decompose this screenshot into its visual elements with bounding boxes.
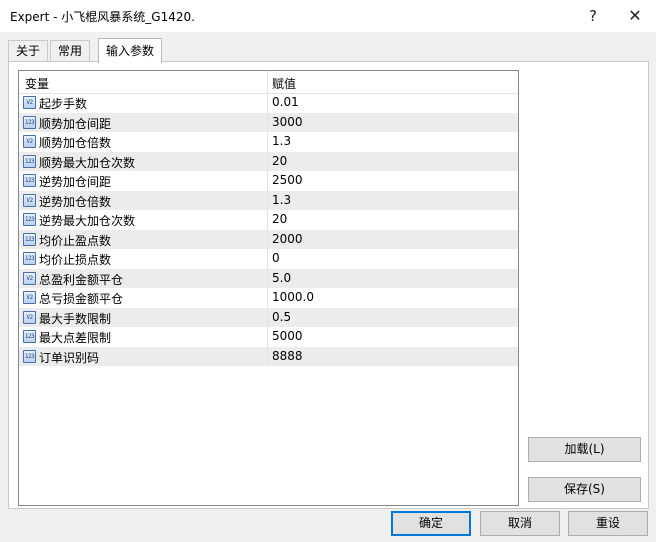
parameter-name: 均价止损点数	[39, 253, 112, 267]
parameter-value[interactable]: 1000.0	[272, 290, 314, 304]
table-row[interactable]: 123 顺势加仓间距 3000	[19, 112, 518, 132]
table-row[interactable]: V2 总盈利金额平仓 5.0	[19, 268, 518, 288]
parameter-type-icon: 123	[23, 213, 36, 226]
parameter-name: 总盈利金额平仓	[39, 272, 124, 287]
parameter-value[interactable]: 5.0	[272, 271, 291, 285]
table-row[interactable]: 123 逆势最大加仓次数 20	[19, 210, 518, 230]
parameter-type-icon: 123	[23, 330, 36, 343]
cell-divider	[267, 327, 268, 347]
parameter-type-icon: V2	[23, 135, 36, 148]
parameter-name: 逆势最大加仓次数	[39, 214, 136, 228]
table-row[interactable]: 123 订单识别码 8888	[19, 346, 518, 366]
load-button[interactable]: 加载(L)	[528, 437, 641, 462]
parameter-value[interactable]: 20	[272, 154, 287, 168]
parameter-value[interactable]: 5000	[272, 329, 303, 343]
reset-button[interactable]: 重设	[568, 511, 648, 536]
table-row[interactable]: 123 均价止损点数 0	[19, 249, 518, 269]
cell-divider	[267, 288, 268, 308]
table-header: 变量 赋值	[19, 71, 518, 94]
cell-divider	[267, 249, 268, 269]
window-title: Expert - 小飞棍风暴系统_G1420.	[10, 10, 195, 24]
table-row[interactable]: V2 顺势加仓倍数 1.3	[19, 132, 518, 152]
cell-divider	[267, 151, 268, 171]
parameter-name: 顺势加仓间距	[39, 116, 112, 131]
column-header-variable[interactable]: 变量	[25, 75, 49, 92]
cell-divider	[267, 346, 268, 366]
table-row[interactable]: V2 逆势加仓倍数 1.3	[19, 190, 518, 210]
parameter-type-icon: V2	[23, 96, 36, 109]
parameter-value[interactable]: 3000	[272, 115, 303, 129]
cell-divider	[267, 210, 268, 230]
parameters-table[interactable]: 变量 赋值 V2 起步手数 0.01 123 顺势加仓间距 3000 V2 顺势加仓倍数 1.3…	[18, 70, 519, 506]
cell-divider	[267, 112, 268, 132]
table-row[interactable]: 123 最大点差限制 5000	[19, 327, 518, 347]
tab-common[interactable]: 常用	[50, 40, 91, 62]
table-body: V2 起步手数 0.01 123 顺势加仓间距 3000 V2 顺势加仓倍数 1.3 123 顺势最…	[19, 93, 518, 366]
parameter-value[interactable]: 0.5	[272, 310, 291, 324]
cell-divider	[267, 229, 268, 249]
tab-inputs[interactable]: 输入参数	[98, 38, 163, 63]
parameter-name: 均价止盈点数	[39, 233, 112, 248]
parameter-type-icon: V2	[23, 193, 36, 207]
title-bar: Expert - 小飞棍风暴系统_G1420. ? ✕	[0, 0, 656, 32]
ok-button[interactable]: 确定	[391, 511, 471, 536]
parameter-type-icon: 123	[23, 232, 36, 246]
parameter-type-icon: 123	[23, 349, 36, 363]
column-header-value[interactable]: 赋值	[272, 75, 296, 92]
cell-divider	[267, 132, 268, 152]
parameter-name: 起步手数	[39, 97, 88, 111]
column-divider[interactable]	[267, 71, 268, 93]
cell-divider	[267, 268, 268, 288]
parameter-name: 逆势加仓倍数	[39, 194, 112, 209]
parameter-type-icon: 123	[23, 252, 36, 265]
save-button[interactable]: 保存(S)	[528, 477, 641, 502]
cell-divider	[267, 190, 268, 210]
parameter-value[interactable]: 1.3	[272, 134, 291, 148]
parameter-name: 顺势加仓倍数	[39, 136, 112, 150]
table-row[interactable]: V2 总亏损金额平仓 1000.0	[19, 288, 518, 308]
parameter-value[interactable]: 1.3	[272, 193, 291, 207]
cell-divider	[267, 93, 268, 113]
parameter-name: 总亏损金额平仓	[39, 292, 124, 306]
parameter-name: 最大手数限制	[39, 311, 112, 326]
table-row[interactable]: 123 均价止盈点数 2000	[19, 229, 518, 249]
parameter-type-icon: 123	[23, 154, 36, 168]
cell-divider	[267, 307, 268, 327]
cell-divider	[267, 171, 268, 191]
parameter-value[interactable]: 8888	[272, 349, 303, 363]
parameter-value[interactable]: 0	[272, 251, 280, 265]
help-button[interactable]: ?	[575, 4, 611, 28]
parameter-type-icon: 123	[23, 115, 36, 129]
cancel-button[interactable]: 取消	[480, 511, 560, 536]
parameter-type-icon: V2	[23, 271, 36, 285]
table-row[interactable]: V2 最大手数限制 0.5	[19, 307, 518, 327]
parameter-value[interactable]: 0.01	[272, 95, 299, 109]
parameter-value[interactable]: 20	[272, 212, 287, 226]
parameter-name: 顺势最大加仓次数	[39, 155, 136, 170]
parameter-name: 订单识别码	[39, 350, 100, 365]
parameter-value[interactable]: 2500	[272, 173, 303, 187]
close-button[interactable]: ✕	[617, 4, 653, 28]
table-row[interactable]: V2 起步手数 0.01	[19, 93, 518, 113]
parameter-type-icon: 123	[23, 174, 36, 187]
parameter-name: 最大点差限制	[39, 331, 112, 345]
table-row[interactable]: 123 逆势加仓间距 2500	[19, 171, 518, 191]
parameter-value[interactable]: 2000	[272, 232, 303, 246]
table-row[interactable]: 123 顺势最大加仓次数 20	[19, 151, 518, 171]
tab-about[interactable]: 关于	[8, 40, 49, 62]
parameter-name: 逆势加仓间距	[39, 175, 112, 189]
parameter-type-icon: V2	[23, 310, 36, 324]
parameter-type-icon: V2	[23, 291, 36, 304]
